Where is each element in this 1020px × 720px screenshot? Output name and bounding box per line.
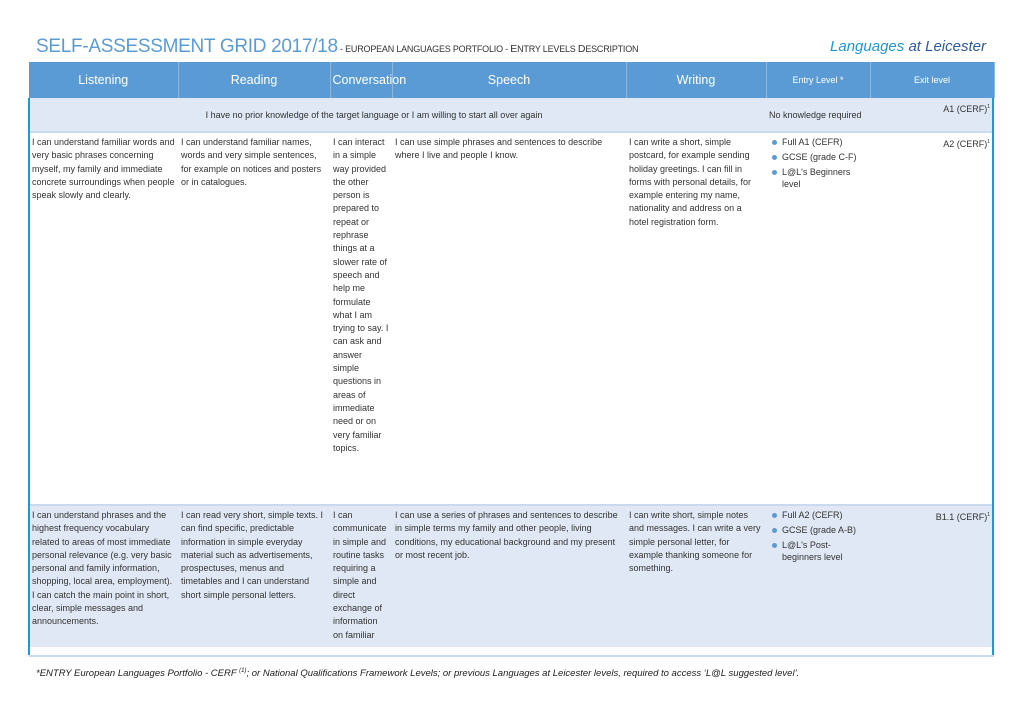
entry-level-cell: No knowledge required [766,98,870,132]
column-header-writing: Writing [626,62,767,98]
bullet-icon [772,140,777,145]
subtitle-prefix: - EUROPEAN LANGUAGES PORTFOLIO - [337,44,511,54]
subtitle-entry: NTRY LEVELS [517,44,578,54]
table-row: I can understand phrases and the highest… [29,504,994,647]
exit-level-cell: A2 (CERF)1 [870,131,994,505]
exit-level-value: B1.1 (CERF) [935,512,988,522]
table-left-border [28,98,30,655]
list-item: GCSE (grade C-F) [772,151,867,163]
table-row: I can understand familiar words and very… [29,131,994,505]
list-item: GCSE (grade A-B) [772,524,867,536]
entry-level-item: L@L's Beginners level [782,167,851,189]
page-title: SELF-ASSESSMENT GRID 2017/18 [36,36,338,57]
header-row: Listening Reading Conversation Speech Wr… [29,62,995,98]
table-bottom-border [29,655,994,657]
brand-languages: Languages [830,38,905,55]
exit-level-value: A2 (CERF) [943,139,988,149]
page-subtitle: - EUROPEAN LANGUAGES PORTFOLIO - ENTRY L… [337,43,639,55]
bullet-icon [772,543,777,548]
footnote: *ENTRY European Languages Portfolio - CE… [36,668,799,679]
table-right-border [992,98,994,655]
brand-at-leicester: at Leicester [904,38,986,55]
document-header: SELF-ASSESSMENT GRID 2017/18 - EUROPEAN … [36,36,986,60]
conversation-cell: I can communicate in simple and routine … [330,504,392,647]
entry-level-item: Full A1 (CEFR) [782,137,843,147]
self-assessment-grid: Listening Reading Conversation Speech Wr… [29,62,995,647]
reading-cell: I can understand familiar names, words a… [178,131,330,505]
entry-level-cell: Full A2 (CEFR) GCSE (grade A-B) L@L's Po… [766,504,870,647]
speech-cell: I can use simple phrases and sentences t… [392,131,626,505]
bullet-icon [772,155,777,160]
exit-level-value: A1 (CERF) [943,104,988,114]
column-header-listening: Listening [29,62,179,98]
writing-cell: I can write short, simple notes and mess… [626,504,766,647]
list-item: Full A2 (CEFR) [772,509,867,521]
entry-level-cell: Full A1 (CEFR) GCSE (grade C-F) L@L's Be… [766,131,870,505]
bullet-icon [772,528,777,533]
entry-level-list: Full A2 (CEFR) GCSE (grade A-B) L@L's Po… [769,509,867,563]
column-header-entry-level: Entry Level * [766,62,871,98]
exit-level-cell: A1 (CERF)1 [870,98,994,132]
footnote-text-start: *ENTRY European Languages Portfolio - CE… [36,668,240,680]
entry-level-item: Full A2 (CEFR) [782,510,843,520]
footnote-ref: 1 [987,104,990,110]
footnote-ref: 1 [987,139,990,145]
conversation-cell: I can interact in a simple way provided … [330,131,392,505]
entry-level-item: GCSE (grade A-B) [782,525,857,535]
column-header-reading: Reading [178,62,331,98]
column-header-exit-level: Exit level [870,62,995,98]
subtitle-description: ESCRIPTION [585,44,639,54]
no-prior-knowledge-cell: I have no prior knowledge of the target … [29,98,766,132]
list-item: L@L's Post-beginners level [772,539,867,563]
speech-cell: I can use a series of phrases and senten… [392,504,626,647]
listening-cell: I can understand familiar words and very… [29,131,178,505]
column-header-conversation: Conversation [330,62,406,98]
footnote-text-end: ; or National Qualifications Framework L… [246,668,800,680]
footnote-ref: 1 [987,512,990,518]
reading-cell: I can read very short, simple texts. I c… [178,504,330,647]
table-row: I have no prior knowledge of the target … [29,98,994,132]
listening-cell: I can understand phrases and the highest… [29,504,178,647]
entry-level-item: GCSE (grade C-F) [782,152,857,162]
brand-logo: Languages at Leicester [830,38,986,55]
writing-cell: I can write a short, simple postcard, fo… [626,131,766,505]
exit-level-cell: B1.1 (CERF)1 [870,504,994,647]
entry-level-list: Full A1 (CEFR) GCSE (grade C-F) L@L's Be… [769,136,867,190]
entry-level-item: L@L's Post-beginners level [782,540,843,562]
list-item: Full A1 (CEFR) [772,136,867,148]
bullet-icon [772,513,777,518]
bullet-icon [772,170,777,175]
list-item: L@L's Beginners level [772,166,867,190]
column-header-speech: Speech [392,62,627,98]
